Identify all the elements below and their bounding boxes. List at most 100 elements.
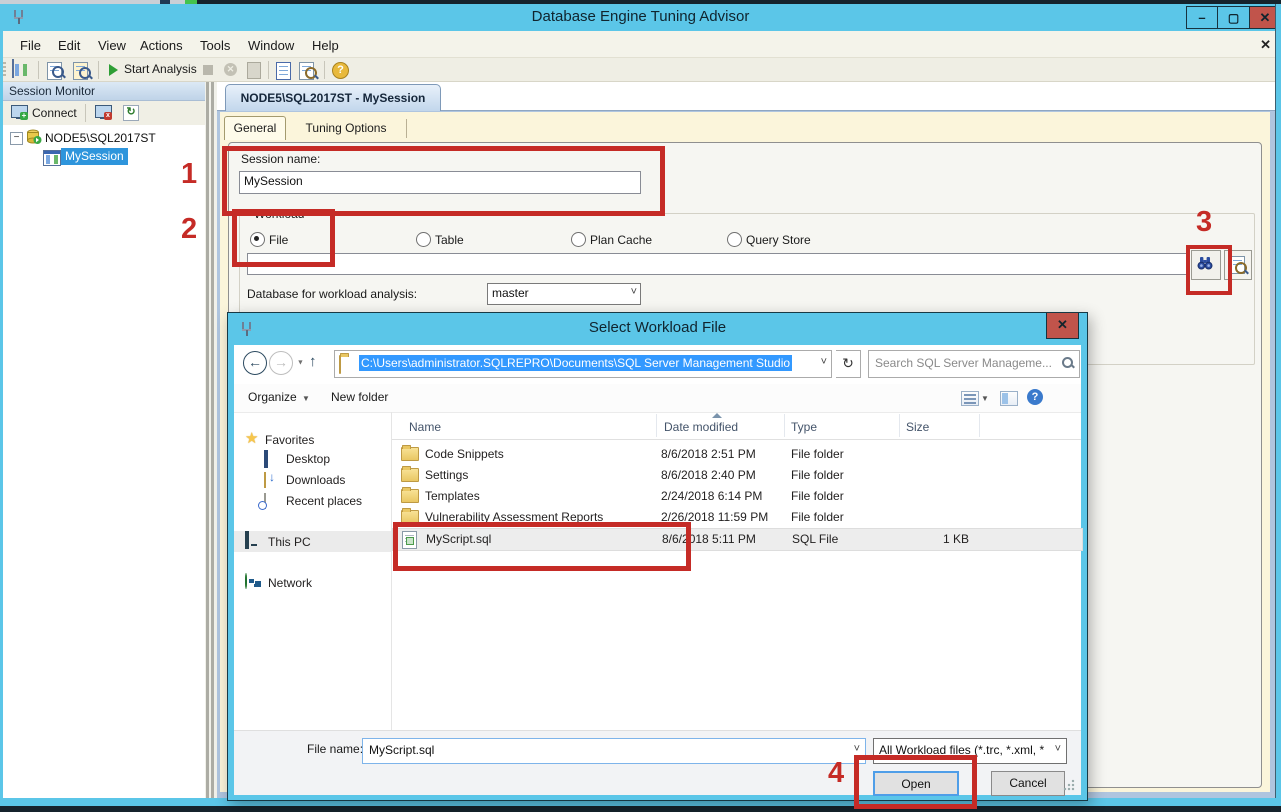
refresh-icon[interactable]	[123, 105, 139, 121]
network-icon	[245, 573, 247, 589]
file-row[interactable]: Code Snippets 8/6/2018 2:51 PM File fold…	[392, 444, 1081, 465]
cancel-analysis-icon	[224, 63, 237, 76]
sidebar-item-recent-places[interactable]: Recent places	[286, 494, 362, 508]
new-folder-button[interactable]: New folder	[331, 390, 388, 404]
file-name[interactable]: Code Snippets	[425, 447, 504, 461]
tree-server-node[interactable]: NODE5\SQL2017ST	[45, 131, 156, 145]
file-name[interactable]: Templates	[425, 489, 480, 503]
import-options-icon[interactable]	[274, 60, 294, 80]
menu-tools[interactable]: Tools	[194, 36, 236, 55]
search-icon	[1062, 357, 1073, 368]
file-type: File folder	[791, 447, 844, 461]
menu-file[interactable]: File	[14, 36, 47, 55]
menu-window[interactable]: Window	[242, 36, 300, 55]
panel-splitter[interactable]	[205, 82, 217, 798]
minimize-button[interactable]	[1186, 6, 1218, 29]
forward-icon	[269, 351, 293, 375]
preview-report-icon[interactable]	[298, 60, 318, 80]
preview-pane-icon[interactable]	[1000, 391, 1018, 406]
menu-view[interactable]: View	[92, 36, 132, 55]
dialog-close-button[interactable]	[1046, 313, 1079, 339]
toolbar-separator	[85, 104, 86, 122]
tree-session-node[interactable]: MySession	[61, 148, 128, 165]
start-analysis-icon[interactable]	[109, 64, 118, 76]
open-workload-icon[interactable]	[72, 60, 92, 80]
file-type: File folder	[791, 468, 844, 482]
file-date: 8/6/2018 2:51 PM	[661, 447, 756, 461]
menu-bar: File Edit View Actions Tools Window Help	[0, 31, 1281, 58]
connect-button[interactable]: Connect	[32, 106, 77, 120]
chevron-down-icon	[302, 394, 310, 403]
tab-general[interactable]: General	[224, 116, 286, 140]
file-name-input[interactable]: MyScript.sql	[362, 738, 866, 764]
annotation-box-5	[854, 755, 977, 809]
address-bar[interactable]: C:\Users\administrator.SQLREPRO\Document…	[334, 350, 832, 378]
file-name-value: MyScript.sql	[369, 743, 435, 757]
refresh-icon[interactable]	[836, 350, 861, 378]
database-analysis-label: Database for workload analysis:	[247, 287, 418, 301]
sidebar-item-favorites[interactable]: Favorites	[265, 433, 314, 447]
search-input[interactable]: Search SQL Server Manageme...	[868, 350, 1080, 378]
tab-tuning-options[interactable]: Tuning Options	[288, 116, 404, 140]
file-row[interactable]: Settings 8/6/2018 2:40 PM File folder	[392, 465, 1081, 486]
resize-grip[interactable]	[1063, 779, 1075, 791]
recent-places-icon	[264, 493, 266, 509]
collapse-icon[interactable]	[10, 132, 23, 145]
sidebar-item-network[interactable]: Network	[268, 576, 312, 590]
radio-plan-cache-label[interactable]: Plan Cache	[590, 233, 652, 247]
column-date-modified[interactable]: Date modified	[664, 420, 738, 434]
chevron-down-icon[interactable]	[296, 357, 305, 367]
tab-divider	[406, 119, 407, 138]
folder-icon	[401, 466, 419, 482]
chevron-down-icon[interactable]	[1055, 743, 1061, 755]
menu-actions[interactable]: Actions	[134, 36, 189, 55]
open-session-icon[interactable]	[46, 60, 66, 80]
this-pc-icon	[245, 531, 249, 549]
chevron-down-icon[interactable]	[821, 356, 827, 368]
organize-button[interactable]: Organize	[248, 390, 297, 404]
radio-query-store[interactable]	[727, 232, 742, 247]
toolbar-grip	[3, 62, 6, 78]
toolbar-separator	[268, 61, 269, 79]
sidebar-item-this-pc[interactable]: This PC	[268, 535, 311, 549]
dialog-titlebar: Select Workload File	[228, 313, 1087, 345]
address-path[interactable]: C:\Users\administrator.SQLREPRO\Document…	[359, 355, 793, 371]
radio-plan-cache[interactable]	[571, 232, 586, 247]
radio-table-label[interactable]: Table	[435, 233, 464, 247]
annotation-number-2: 2	[181, 213, 198, 245]
file-name[interactable]: Settings	[425, 468, 468, 482]
folder-icon	[401, 487, 419, 503]
file-name-label: File name:	[307, 742, 364, 756]
database-analysis-select[interactable]: master	[487, 283, 641, 305]
list-view-icon[interactable]	[961, 391, 979, 406]
maximize-button[interactable]	[1217, 6, 1250, 29]
radio-table[interactable]	[416, 232, 431, 247]
help-icon[interactable]	[332, 62, 349, 79]
sidebar-item-downloads[interactable]: Downloads	[286, 473, 345, 487]
file-row[interactable]: Templates 2/24/2018 6:14 PM File folder	[392, 486, 1081, 507]
radio-query-store-label[interactable]: Query Store	[746, 233, 811, 247]
session-icon	[43, 150, 61, 166]
up-icon[interactable]	[309, 353, 317, 370]
chevron-down-icon[interactable]	[854, 743, 860, 755]
back-icon[interactable]	[243, 351, 267, 375]
sidebar-selected-row	[234, 531, 391, 552]
disconnect-x-badge	[104, 112, 112, 120]
column-header-row: Name Date modified Type Size	[392, 412, 1081, 440]
start-analysis-button[interactable]: Start Analysis	[124, 62, 197, 76]
column-type[interactable]: Type	[791, 420, 817, 434]
document-tab[interactable]: NODE5\SQL2017ST - MySession	[225, 84, 441, 111]
menubar-close-icon[interactable]	[1260, 37, 1271, 53]
cancel-button[interactable]: Cancel	[991, 771, 1065, 796]
workload-file-path-input[interactable]	[247, 253, 1187, 275]
menu-help[interactable]: Help	[306, 36, 345, 55]
sidebar-item-desktop[interactable]: Desktop	[286, 452, 330, 466]
column-divider	[784, 414, 785, 437]
help-icon[interactable]	[1027, 389, 1043, 405]
session-monitor-panel: Session Monitor Connect NODE5\SQL2017ST …	[3, 82, 205, 798]
column-name[interactable]: Name	[409, 420, 441, 434]
new-session-icon[interactable]	[12, 59, 32, 80]
menu-edit[interactable]: Edit	[52, 36, 86, 55]
chevron-down-icon[interactable]	[981, 394, 989, 403]
column-size[interactable]: Size	[906, 420, 929, 434]
